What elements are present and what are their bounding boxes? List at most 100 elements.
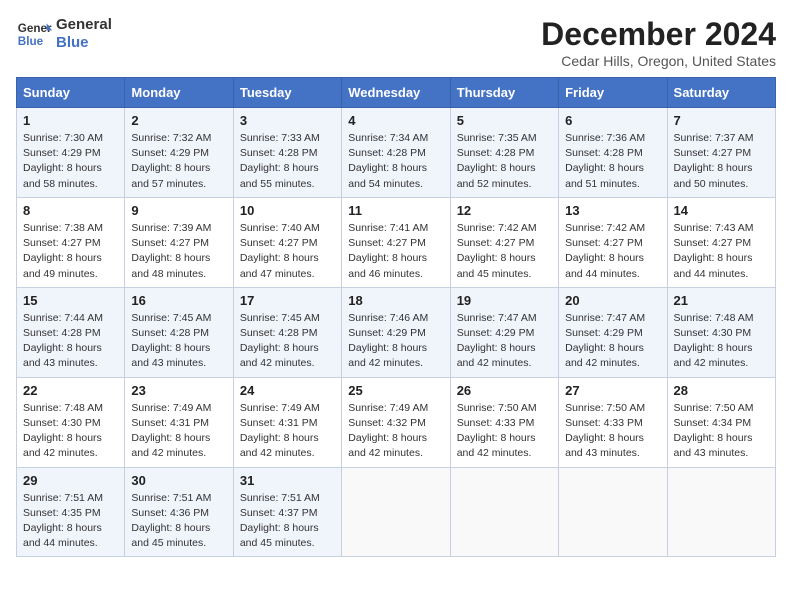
page-subtitle: Cedar Hills, Oregon, United States: [541, 53, 776, 69]
day-info: Sunrise: 7:45 AMSunset: 4:28 PMDaylight:…: [131, 311, 226, 372]
page-title: December 2024: [541, 16, 776, 53]
day-info: Sunrise: 7:38 AMSunset: 4:27 PMDaylight:…: [23, 221, 118, 282]
day-number: 8: [23, 203, 118, 218]
calendar-day-cell: 25Sunrise: 7:49 AMSunset: 4:32 PMDayligh…: [342, 377, 450, 467]
calendar-day-cell: 10 Sunrise: 7:40 AMSunset: 4:27 PMDayligh…: [233, 197, 341, 287]
calendar-day-cell: 11 Sunrise: 7:41 AMSunset: 4:27 PMDayligh…: [342, 197, 450, 287]
calendar-day-cell: 28 Sunrise: 7:50 AMSunset: 4:34 PMDayligh…: [667, 377, 775, 467]
day-number: 4: [348, 113, 443, 128]
day-number: 9: [131, 203, 226, 218]
day-number: 20: [565, 293, 660, 308]
calendar-day-cell: 27 Sunrise: 7:50 AMSunset: 4:33 PMDayligh…: [559, 377, 667, 467]
calendar-day-cell: 31Sunrise: 7:51 AMSunset: 4:37 PMDayligh…: [233, 467, 341, 557]
svg-text:Blue: Blue: [18, 35, 44, 48]
day-of-week-header: Saturday: [667, 78, 775, 108]
day-info: Sunrise: 7:40 AMSunset: 4:27 PMDaylight:…: [240, 221, 335, 282]
day-info: Sunrise: 7:50 AMSunset: 4:33 PMDaylight:…: [565, 401, 660, 462]
calendar-day-cell: 3Sunrise: 7:33 AMSunset: 4:28 PMDaylight…: [233, 108, 341, 198]
calendar-day-cell: 9 Sunrise: 7:39 AMSunset: 4:27 PMDaylight…: [125, 197, 233, 287]
day-info: Sunrise: 7:30 AMSunset: 4:29 PMDaylight:…: [23, 131, 118, 192]
calendar-day-cell: 29Sunrise: 7:51 AMSunset: 4:35 PMDayligh…: [17, 467, 125, 557]
calendar-day-cell: 16 Sunrise: 7:45 AMSunset: 4:28 PMDayligh…: [125, 287, 233, 377]
calendar-day-cell: [667, 467, 775, 557]
day-info: Sunrise: 7:32 AMSunset: 4:29 PMDaylight:…: [131, 131, 226, 192]
logo-text: General Blue: [56, 16, 112, 52]
title-area: December 2024 Cedar Hills, Oregon, Unite…: [541, 16, 776, 69]
day-number: 5: [457, 113, 552, 128]
day-info: Sunrise: 7:41 AMSunset: 4:27 PMDaylight:…: [348, 221, 443, 282]
day-number: 25: [348, 383, 443, 398]
calendar-day-cell: [450, 467, 558, 557]
calendar-header-row: SundayMondayTuesdayWednesdayThursdayFrid…: [17, 78, 776, 108]
day-of-week-header: Sunday: [17, 78, 125, 108]
day-number: 11: [348, 203, 443, 218]
day-number: 6: [565, 113, 660, 128]
calendar-table: SundayMondayTuesdayWednesdayThursdayFrid…: [16, 77, 776, 557]
calendar-day-cell: 8 Sunrise: 7:38 AMSunset: 4:27 PMDaylight…: [17, 197, 125, 287]
page-header: General Blue General Blue December 2024 …: [16, 16, 776, 69]
day-info: Sunrise: 7:51 AMSunset: 4:36 PMDaylight:…: [131, 491, 226, 552]
day-of-week-header: Monday: [125, 78, 233, 108]
day-info: Sunrise: 7:47 AMSunset: 4:29 PMDaylight:…: [457, 311, 552, 372]
calendar-day-cell: 14Sunrise: 7:43 AMSunset: 4:27 PMDayligh…: [667, 197, 775, 287]
day-info: Sunrise: 7:47 AMSunset: 4:29 PMDaylight:…: [565, 311, 660, 372]
day-info: Sunrise: 7:35 AMSunset: 4:28 PMDaylight:…: [457, 131, 552, 192]
day-info: Sunrise: 7:39 AMSunset: 4:27 PMDaylight:…: [131, 221, 226, 282]
day-info: Sunrise: 7:44 AMSunset: 4:28 PMDaylight:…: [23, 311, 118, 372]
day-info: Sunrise: 7:42 AMSunset: 4:27 PMDaylight:…: [565, 221, 660, 282]
day-number: 24: [240, 383, 335, 398]
day-info: Sunrise: 7:45 AMSunset: 4:28 PMDaylight:…: [240, 311, 335, 372]
calendar-day-cell: 12 Sunrise: 7:42 AMSunset: 4:27 PMDayligh…: [450, 197, 558, 287]
calendar-day-cell: 22Sunrise: 7:48 AMSunset: 4:30 PMDayligh…: [17, 377, 125, 467]
calendar-day-cell: 19 Sunrise: 7:47 AMSunset: 4:29 PMDayligh…: [450, 287, 558, 377]
calendar-week-row: 15Sunrise: 7:44 AMSunset: 4:28 PMDayligh…: [17, 287, 776, 377]
day-of-week-header: Friday: [559, 78, 667, 108]
day-number: 18: [348, 293, 443, 308]
calendar-day-cell: 15Sunrise: 7:44 AMSunset: 4:28 PMDayligh…: [17, 287, 125, 377]
calendar-day-cell: 18 Sunrise: 7:46 AMSunset: 4:29 PMDayligh…: [342, 287, 450, 377]
day-number: 14: [674, 203, 769, 218]
calendar-day-cell: 30Sunrise: 7:51 AMSunset: 4:36 PMDayligh…: [125, 467, 233, 557]
calendar-week-row: 29Sunrise: 7:51 AMSunset: 4:35 PMDayligh…: [17, 467, 776, 557]
logo-icon: General Blue: [16, 16, 52, 52]
day-info: Sunrise: 7:50 AMSunset: 4:34 PMDaylight:…: [674, 401, 769, 462]
day-number: 12: [457, 203, 552, 218]
day-number: 3: [240, 113, 335, 128]
day-of-week-header: Wednesday: [342, 78, 450, 108]
day-number: 22: [23, 383, 118, 398]
calendar-day-cell: 24Sunrise: 7:49 AMSunset: 4:31 PMDayligh…: [233, 377, 341, 467]
day-number: 21: [674, 293, 769, 308]
day-number: 16: [131, 293, 226, 308]
calendar-day-cell: 5 Sunrise: 7:35 AMSunset: 4:28 PMDaylight…: [450, 108, 558, 198]
day-number: 10: [240, 203, 335, 218]
day-number: 27: [565, 383, 660, 398]
day-info: Sunrise: 7:49 AMSunset: 4:31 PMDaylight:…: [131, 401, 226, 462]
day-number: 13: [565, 203, 660, 218]
calendar-day-cell: 13 Sunrise: 7:42 AMSunset: 4:27 PMDayligh…: [559, 197, 667, 287]
calendar-day-cell: [559, 467, 667, 557]
calendar-week-row: 1 Sunrise: 7:30 AMSunset: 4:29 PMDaylight…: [17, 108, 776, 198]
calendar-day-cell: 7Sunrise: 7:37 AMSunset: 4:27 PMDaylight…: [667, 108, 775, 198]
day-info: Sunrise: 7:42 AMSunset: 4:27 PMDaylight:…: [457, 221, 552, 282]
day-number: 2: [131, 113, 226, 128]
calendar-day-cell: 6 Sunrise: 7:36 AMSunset: 4:28 PMDaylight…: [559, 108, 667, 198]
day-number: 1: [23, 113, 118, 128]
calendar-week-row: 22Sunrise: 7:48 AMSunset: 4:30 PMDayligh…: [17, 377, 776, 467]
day-info: Sunrise: 7:48 AMSunset: 4:30 PMDaylight:…: [674, 311, 769, 372]
day-number: 31: [240, 473, 335, 488]
calendar-day-cell: 1 Sunrise: 7:30 AMSunset: 4:29 PMDaylight…: [17, 108, 125, 198]
calendar-day-cell: [342, 467, 450, 557]
day-of-week-header: Thursday: [450, 78, 558, 108]
calendar-day-cell: 4 Sunrise: 7:34 AMSunset: 4:28 PMDaylight…: [342, 108, 450, 198]
day-info: Sunrise: 7:50 AMSunset: 4:33 PMDaylight:…: [457, 401, 552, 462]
day-info: Sunrise: 7:46 AMSunset: 4:29 PMDaylight:…: [348, 311, 443, 372]
day-info: Sunrise: 7:34 AMSunset: 4:28 PMDaylight:…: [348, 131, 443, 192]
day-info: Sunrise: 7:51 AMSunset: 4:35 PMDaylight:…: [23, 491, 118, 552]
day-info: Sunrise: 7:36 AMSunset: 4:28 PMDaylight:…: [565, 131, 660, 192]
day-number: 7: [674, 113, 769, 128]
day-number: 19: [457, 293, 552, 308]
day-of-week-header: Tuesday: [233, 78, 341, 108]
calendar-day-cell: 2 Sunrise: 7:32 AMSunset: 4:29 PMDaylight…: [125, 108, 233, 198]
day-number: 28: [674, 383, 769, 398]
calendar-day-cell: 23Sunrise: 7:49 AMSunset: 4:31 PMDayligh…: [125, 377, 233, 467]
